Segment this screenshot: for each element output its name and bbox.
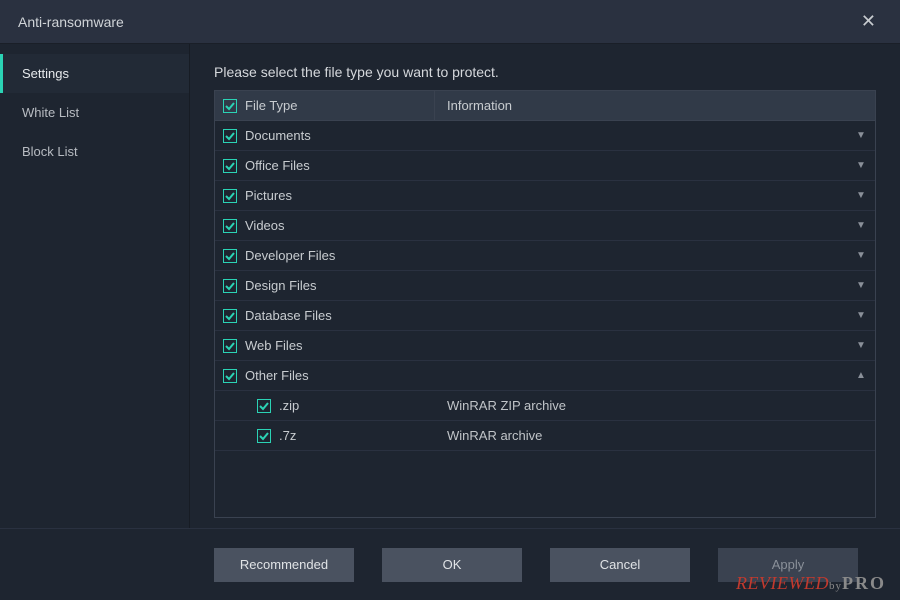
watermark: REVIEWEDbyPRO xyxy=(736,573,886,594)
sidebar: Settings White List Block List xyxy=(0,44,190,528)
row-info: WinRAR ZIP archive xyxy=(435,398,847,413)
titlebar: Anti-ransomware ✕ xyxy=(0,0,900,44)
chevron-down-icon[interactable]: ▼ xyxy=(847,220,875,231)
row-label: Web Files xyxy=(245,338,303,353)
table-row[interactable]: Other Files ▲ xyxy=(215,361,875,391)
chevron-down-icon[interactable]: ▼ xyxy=(847,190,875,201)
watermark-by: by xyxy=(829,580,842,592)
ok-button[interactable]: OK xyxy=(382,548,522,582)
table-subrow[interactable]: .7z WinRAR archive xyxy=(215,421,875,451)
row-label: Developer Files xyxy=(245,248,335,263)
chevron-down-icon[interactable]: ▼ xyxy=(847,160,875,171)
checkbox-icon[interactable] xyxy=(223,189,237,203)
sidebar-item-white-list[interactable]: White List xyxy=(0,93,189,132)
row-label: Videos xyxy=(245,218,285,233)
recommended-button[interactable]: Recommended xyxy=(214,548,354,582)
table-row[interactable]: Videos ▼ xyxy=(215,211,875,241)
close-icon[interactable]: ✕ xyxy=(853,7,884,36)
table-row[interactable]: Design Files ▼ xyxy=(215,271,875,301)
row-label: Office Files xyxy=(245,158,310,173)
watermark-pro: PRO xyxy=(842,573,886,593)
table-row[interactable]: Pictures ▼ xyxy=(215,181,875,211)
checkbox-icon[interactable] xyxy=(257,399,271,413)
row-label: Documents xyxy=(245,128,311,143)
checkbox-icon[interactable] xyxy=(223,129,237,143)
table-row[interactable]: Database Files ▼ xyxy=(215,301,875,331)
row-label: Database Files xyxy=(245,308,332,323)
sidebar-item-block-list[interactable]: Block List xyxy=(0,132,189,171)
table-row[interactable]: Web Files ▼ xyxy=(215,331,875,361)
row-label: Pictures xyxy=(245,188,292,203)
table-row[interactable]: Developer Files ▼ xyxy=(215,241,875,271)
column-header-filetype[interactable]: File Type xyxy=(245,98,298,113)
checkbox-icon[interactable] xyxy=(257,429,271,443)
chevron-down-icon[interactable]: ▼ xyxy=(847,130,875,141)
instruction-text: Please select the file type you want to … xyxy=(214,64,876,80)
row-label: .zip xyxy=(279,398,299,413)
table-body[interactable]: Documents ▼ Office Files ▼ Pictures ▼ Vi… xyxy=(215,121,875,517)
row-label: .7z xyxy=(279,428,296,443)
row-label: Other Files xyxy=(245,368,309,383)
table-row[interactable]: Office Files ▼ xyxy=(215,151,875,181)
table-header: File Type Information xyxy=(215,91,875,121)
chevron-down-icon[interactable]: ▼ xyxy=(847,340,875,351)
checkbox-icon[interactable] xyxy=(223,219,237,233)
table-subrow[interactable]: .zip WinRAR ZIP archive xyxy=(215,391,875,421)
chevron-down-icon[interactable]: ▼ xyxy=(847,250,875,261)
checkbox-icon[interactable] xyxy=(223,249,237,263)
checkbox-icon[interactable] xyxy=(223,159,237,173)
watermark-text: REVIEWED xyxy=(736,573,829,593)
window-title: Anti-ransomware xyxy=(18,14,124,30)
checkbox-icon[interactable] xyxy=(223,279,237,293)
row-info: WinRAR archive xyxy=(435,428,847,443)
main-panel: Please select the file type you want to … xyxy=(190,44,900,528)
chevron-down-icon[interactable]: ▼ xyxy=(847,310,875,321)
checkbox-icon[interactable] xyxy=(223,339,237,353)
chevron-down-icon[interactable]: ▼ xyxy=(847,280,875,291)
sidebar-item-settings[interactable]: Settings xyxy=(0,54,189,93)
row-label: Design Files xyxy=(245,278,317,293)
cancel-button[interactable]: Cancel xyxy=(550,548,690,582)
checkbox-icon[interactable] xyxy=(223,369,237,383)
checkbox-icon[interactable] xyxy=(223,309,237,323)
table-row[interactable]: Documents ▼ xyxy=(215,121,875,151)
file-type-table: File Type Information Documents ▼ Office… xyxy=(214,90,876,518)
column-header-information[interactable]: Information xyxy=(435,98,875,113)
header-checkbox[interactable] xyxy=(223,99,237,113)
chevron-up-icon[interactable]: ▲ xyxy=(847,370,875,381)
